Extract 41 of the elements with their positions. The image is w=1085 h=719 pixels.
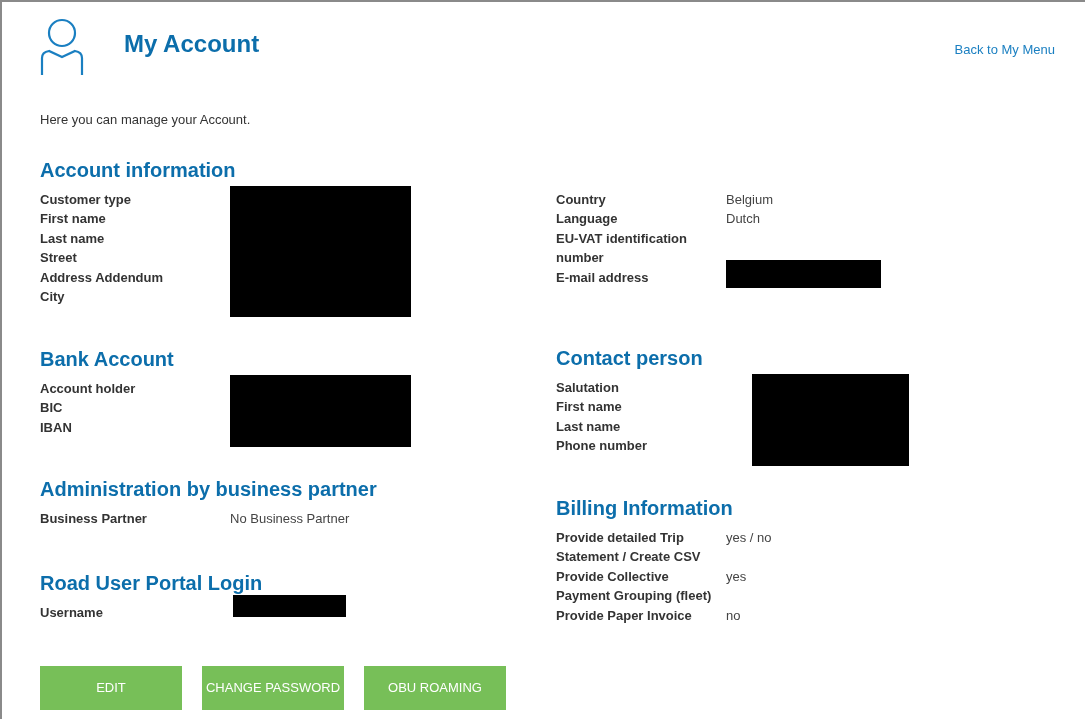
- field-label: Username: [40, 603, 104, 622]
- field-label: First name: [40, 210, 107, 228]
- field-value: no: [726, 606, 741, 625]
- field-label: Business Partner: [40, 510, 148, 528]
- section-heading: Billing Information: [556, 495, 734, 520]
- section-heading: Contact person: [556, 345, 704, 370]
- section-heading: Account information: [40, 157, 237, 182]
- field-label: Account holder: [40, 379, 137, 398]
- field-label: Last name: [40, 229, 106, 248]
- field-label: City: [40, 288, 66, 306]
- action-button[interactable]: CHANGE PASSWORD: [202, 666, 344, 710]
- intro-text: Here you can manage your Account.: [39, 111, 252, 129]
- field-label: Street: [40, 249, 78, 267]
- action-button[interactable]: EDIT: [40, 666, 182, 710]
- field-label: Salutation: [556, 378, 620, 397]
- section-heading: Bank Account: [40, 346, 175, 371]
- field-label: Country: [556, 190, 607, 209]
- field-value: No Business Partner: [230, 510, 350, 528]
- field-value: yes: [726, 567, 747, 586]
- field-label: Customer type: [40, 190, 133, 209]
- section-heading: Road User Portal Login: [40, 570, 264, 595]
- field-label: Provide detailed Trip Statement / Create CSV: [556, 528, 702, 566]
- field-label: EU-VAT identification number: [556, 229, 688, 267]
- field-label: BIC: [40, 399, 64, 417]
- field-value: Belgium: [726, 190, 773, 209]
- field-label: IBAN: [40, 418, 73, 437]
- field-label: Language: [556, 210, 619, 228]
- field-label: First name: [556, 398, 623, 416]
- section-heading: Administration by business partner: [40, 477, 378, 501]
- field-label: Phone number: [556, 437, 648, 455]
- back-link[interactable]: Back to My Menu: [954, 40, 1055, 60]
- user-icon: [40, 18, 84, 76]
- field-value: yes / no: [726, 528, 772, 547]
- action-button[interactable]: OBU ROAMING: [364, 666, 506, 710]
- field-label: E-mail address: [556, 268, 650, 287]
- page-title: My Account: [124, 29, 260, 59]
- field-label: Provide Paper Invoice: [556, 606, 693, 625]
- field-value: Dutch: [726, 210, 760, 228]
- field-label: Address Addendum: [40, 268, 165, 287]
- field-label: Last name: [556, 417, 622, 436]
- field-label: Provide Collective Payment Grouping (fleet): [556, 567, 713, 605]
